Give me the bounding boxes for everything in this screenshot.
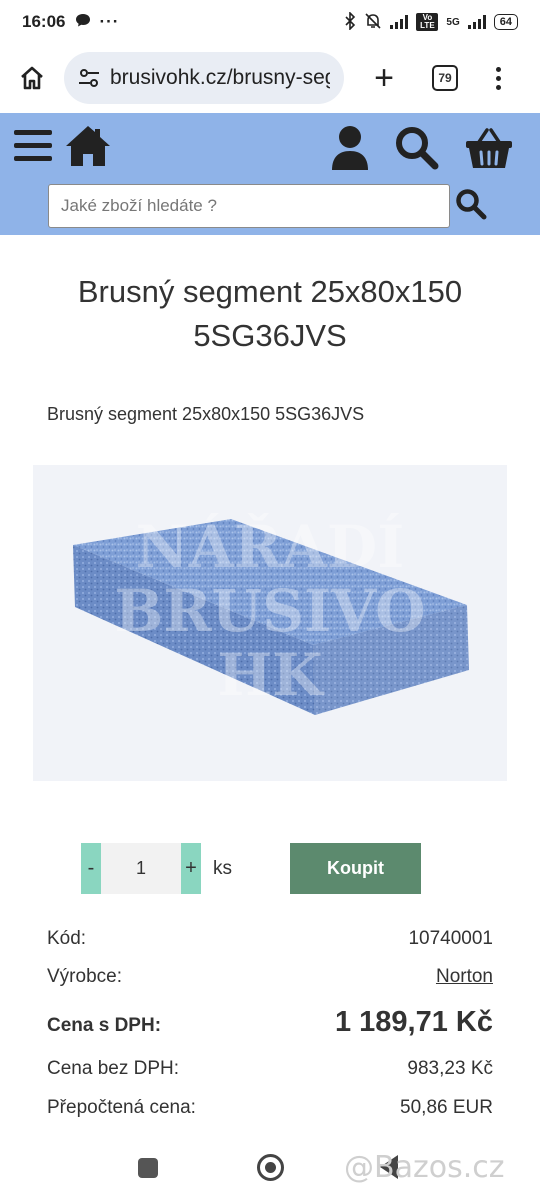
buy-button[interactable]: Koupit bbox=[290, 843, 421, 894]
product-title: Brusný segment 25x80x150 5SG36JVS bbox=[77, 274, 463, 353]
more-notifications-icon: ··· bbox=[99, 12, 120, 31]
address-bar[interactable]: brusivohk.cz/brusny-seg bbox=[64, 52, 344, 104]
price-without-vat-label: Cena bez DPH: bbox=[47, 1058, 180, 1079]
product-image[interactable]: NÁŘADÍ BRUSIVO HK bbox=[33, 465, 507, 781]
image-watermark: NÁŘADÍ BRUSIVO HK bbox=[114, 513, 426, 709]
quantity-stepper: - + ks bbox=[81, 843, 232, 894]
mute-bell-icon bbox=[364, 12, 382, 33]
volte-icon: Vo LTE bbox=[416, 13, 439, 31]
product-code-row: Kód: 10740001 bbox=[47, 928, 493, 950]
home-button-icon[interactable] bbox=[257, 1154, 284, 1181]
manufacturer-link[interactable]: Norton bbox=[436, 966, 493, 988]
recent-apps-icon[interactable] bbox=[138, 1158, 158, 1178]
product-code-label: Kód: bbox=[47, 928, 87, 949]
price-with-vat-row: Cena s DPH: 1 189,71 Kč bbox=[47, 1006, 493, 1039]
quantity-input[interactable] bbox=[101, 843, 181, 894]
price-with-vat-value: 1 189,71 Kč bbox=[334, 1006, 493, 1038]
converted-price-value: 50,86 EUR bbox=[400, 1097, 493, 1118]
product-subtitle: Brusný segment 25x80x150 5SG36JVS bbox=[47, 404, 365, 424]
hamburger-menu-icon[interactable] bbox=[14, 128, 52, 164]
converted-price-row: Přepočtená cena: 50,86 EUR bbox=[47, 1097, 493, 1119]
network-type-icon: 5G bbox=[446, 16, 460, 28]
chat-bubble-icon bbox=[75, 12, 91, 33]
manufacturer-label: Výrobce: bbox=[47, 966, 122, 987]
product-search-input[interactable] bbox=[48, 184, 450, 228]
url-text: brusivohk.cz/brusny-seg bbox=[110, 66, 330, 89]
browser-menu-icon[interactable] bbox=[496, 66, 501, 90]
quantity-increase-button[interactable]: + bbox=[181, 843, 201, 894]
signal-strength-2-icon bbox=[467, 15, 486, 29]
price-with-vat-label: Cena s DPH: bbox=[47, 1015, 162, 1036]
browser-toolbar: brusivohk.cz/brusny-seg + 79 bbox=[0, 44, 540, 112]
price-without-vat-value: 983,23 Kč bbox=[407, 1058, 493, 1079]
tab-switcher-button[interactable]: 79 bbox=[432, 65, 458, 91]
site-settings-icon[interactable] bbox=[78, 68, 100, 88]
quantity-unit: ks bbox=[213, 857, 232, 879]
signal-strength-icon bbox=[390, 15, 409, 29]
quantity-decrease-button[interactable]: - bbox=[81, 843, 101, 894]
bazos-watermark: @Bazos.cz bbox=[344, 1150, 505, 1185]
product-code-value: 10740001 bbox=[408, 928, 493, 949]
search-submit-icon[interactable] bbox=[455, 188, 487, 220]
battery-icon: 64 bbox=[493, 14, 518, 30]
shopping-basket-icon[interactable] bbox=[465, 128, 513, 170]
manufacturer-row: Výrobce: Norton bbox=[47, 966, 493, 988]
search-icon[interactable] bbox=[395, 126, 439, 170]
converted-price-label: Přepočtená cena: bbox=[47, 1097, 196, 1118]
status-time: 16:06 bbox=[22, 12, 66, 31]
home-icon[interactable] bbox=[64, 124, 112, 168]
new-tab-plus-icon[interactable]: + bbox=[366, 59, 402, 97]
status-bar: 16:06 ··· Vo LTE 5G 64 bbox=[0, 0, 540, 44]
bluetooth-icon bbox=[344, 10, 356, 33]
browser-home-icon[interactable] bbox=[12, 58, 52, 98]
user-account-icon[interactable] bbox=[331, 125, 369, 171]
price-without-vat-row: Cena bez DPH: 983,23 Kč bbox=[47, 1058, 493, 1080]
